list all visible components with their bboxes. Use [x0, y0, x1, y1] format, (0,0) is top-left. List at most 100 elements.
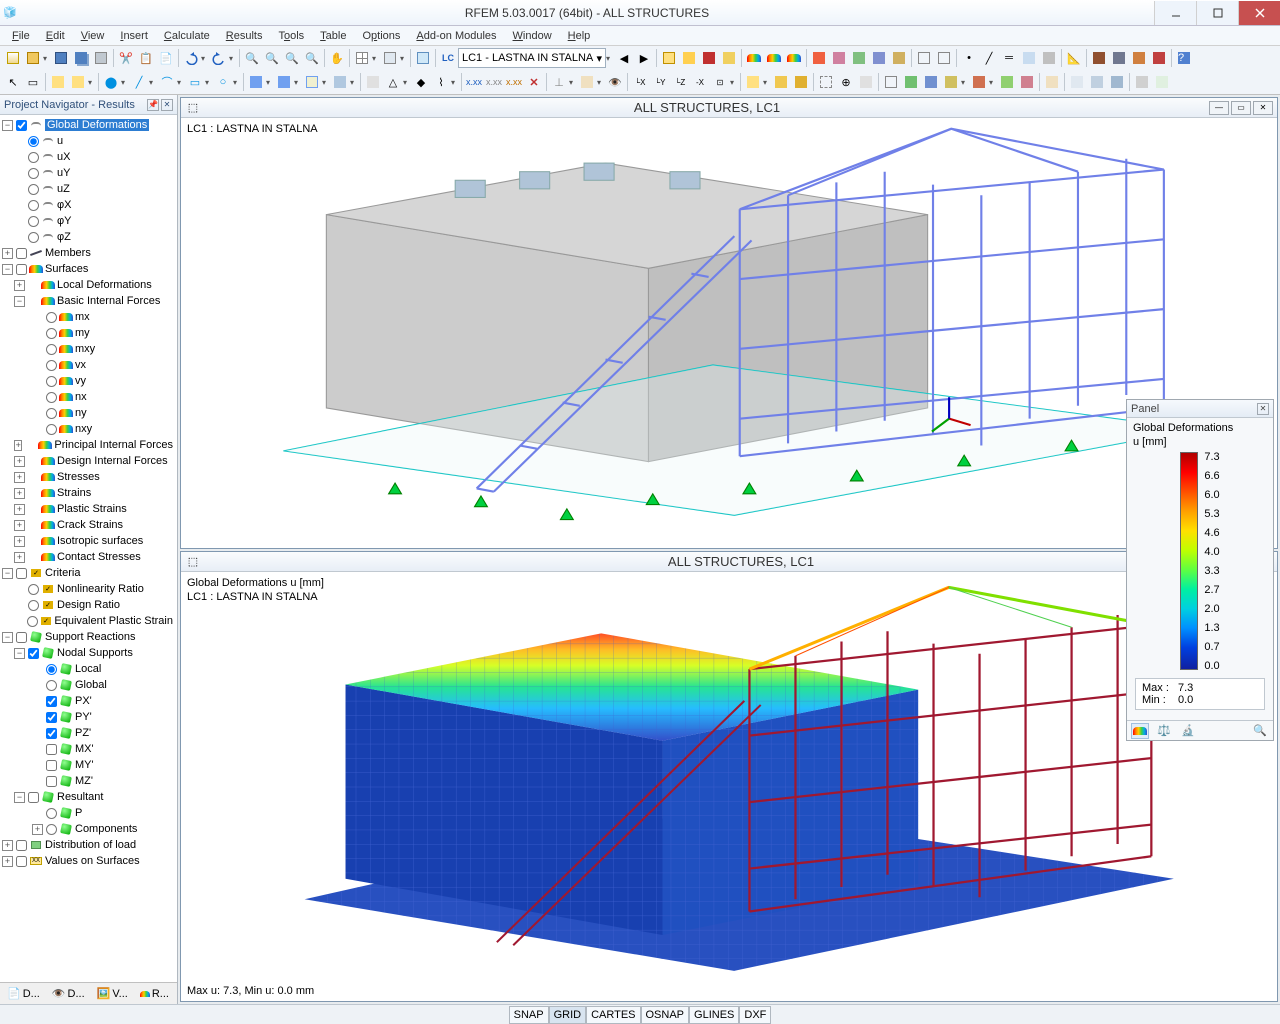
panel-tab-scale[interactable]: ⚖️: [1155, 723, 1173, 739]
r3-icon[interactable]: [791, 72, 811, 92]
cb-resultant[interactable]: [28, 792, 39, 803]
node-icon[interactable]: •: [959, 48, 979, 68]
addon4-icon[interactable]: [1149, 48, 1169, 68]
copy-icon[interactable]: 📋: [136, 48, 156, 68]
rb-mxy[interactable]: [46, 344, 57, 355]
ex3-icon[interactable]: [1107, 72, 1127, 92]
set-icon[interactable]: 📐: [1064, 48, 1084, 68]
next-lc-icon[interactable]: ▶: [634, 48, 654, 68]
node-localdef[interactable]: Local Deformations: [57, 279, 152, 291]
spring-icon[interactable]: ⌇: [431, 72, 451, 92]
node-equiv[interactable]: Equivalent Plastic Strain: [54, 615, 173, 627]
node-designint[interactable]: Design Internal Forces: [57, 455, 168, 467]
lay-icon[interactable]: [1152, 72, 1172, 92]
pan-icon[interactable]: ✋: [327, 48, 347, 68]
node-ny[interactable]: ny: [75, 407, 87, 419]
rb-uz[interactable]: [28, 184, 39, 195]
line-icon[interactable]: ╱: [979, 48, 999, 68]
ax5-icon[interactable]: ⊡: [710, 72, 730, 92]
solid-icon[interactable]: [784, 48, 804, 68]
clip-icon[interactable]: [1132, 72, 1152, 92]
node-iso[interactable]: Isotropic surfaces: [57, 535, 143, 547]
node-stresses[interactable]: Stresses: [57, 471, 100, 483]
view-close-icon[interactable]: ✕: [1253, 101, 1273, 115]
menu-results[interactable]: Results: [218, 28, 271, 44]
node-designratio[interactable]: Design Ratio: [57, 599, 120, 611]
rb-global[interactable]: [46, 680, 57, 691]
cut-icon[interactable]: ✂️: [116, 48, 136, 68]
ax3-icon[interactable]: └Z: [670, 72, 690, 92]
xx3-icon[interactable]: x.xx: [504, 72, 524, 92]
sh3-icon[interactable]: [941, 72, 961, 92]
rb-equiv[interactable]: [27, 616, 38, 627]
loadcase-combo[interactable]: LC1 - LASTNA IN STALNA▾: [458, 48, 606, 68]
wire-icon[interactable]: [881, 72, 901, 92]
cb-criteria[interactable]: [16, 568, 27, 579]
rb-vy[interactable]: [46, 376, 57, 387]
panel-tab-color[interactable]: [1131, 723, 1149, 739]
guide-icon[interactable]: [413, 48, 433, 68]
node-vy[interactable]: vy: [75, 375, 86, 387]
deform-icon[interactable]: [719, 48, 739, 68]
anim-icon[interactable]: [679, 48, 699, 68]
tab-display[interactable]: 👁️D...: [47, 985, 90, 1003]
zoom-back-icon[interactable]: 🔍: [262, 48, 282, 68]
rb-components[interactable]: [46, 824, 57, 835]
node-my2[interactable]: MY': [75, 759, 94, 771]
menu-window[interactable]: Window: [505, 28, 560, 44]
menu-options[interactable]: Options: [354, 28, 408, 44]
arc-icon[interactable]: ⌒: [157, 72, 177, 92]
pin-icon[interactable]: 📌: [147, 99, 159, 111]
node-p[interactable]: P: [75, 807, 82, 819]
release-icon[interactable]: ◆: [411, 72, 431, 92]
support-icon[interactable]: △: [383, 72, 403, 92]
print-icon[interactable]: [91, 48, 111, 68]
smooth-icon[interactable]: [869, 48, 889, 68]
redo-icon[interactable]: [209, 48, 229, 68]
snap-icon[interactable]: ⊕: [836, 72, 856, 92]
view-bottom-canvas[interactable]: Global Deformations u [mm] LC1 : LASTNA …: [181, 572, 1277, 1002]
nav-icon[interactable]: [380, 48, 400, 68]
rb-vx[interactable]: [46, 360, 57, 371]
status-grid[interactable]: GRID: [549, 1006, 587, 1024]
node-phiy[interactable]: φY: [57, 215, 71, 227]
node-local[interactable]: Local: [75, 663, 101, 675]
copy-mirror-icon[interactable]: [68, 72, 88, 92]
surf-icon[interactable]: [1019, 48, 1039, 68]
menu-view[interactable]: View: [73, 28, 113, 44]
cb-support[interactable]: [16, 632, 27, 643]
vis2-icon[interactable]: [934, 48, 954, 68]
open-icon[interactable]: [23, 48, 43, 68]
node-principal[interactable]: Principal Internal Forces: [54, 439, 173, 451]
selrect-icon[interactable]: ▭: [23, 72, 43, 92]
rb-phiy[interactable]: [28, 216, 39, 227]
sh1-icon[interactable]: [901, 72, 921, 92]
r2-icon[interactable]: [771, 72, 791, 92]
save-icon[interactable]: [51, 48, 71, 68]
node-mx2[interactable]: MX': [75, 743, 94, 755]
rb-nonlin[interactable]: [28, 584, 39, 595]
loads-icon[interactable]: [699, 48, 719, 68]
minimize-button[interactable]: [1154, 1, 1196, 25]
cb-my2[interactable]: [46, 760, 57, 771]
solid-icon2[interactable]: [1039, 48, 1059, 68]
results-panel[interactable]: Panel ✕ Global Deformations u [mm] 7.36.…: [1126, 399, 1274, 741]
ucs-icon[interactable]: ⊥: [549, 72, 569, 92]
circle-icon[interactable]: ○: [213, 72, 233, 92]
open2-icon[interactable]: [302, 72, 322, 92]
filter-icon[interactable]: [577, 72, 597, 92]
disp-icon[interactable]: [1042, 72, 1062, 92]
cb-px[interactable]: [46, 696, 57, 707]
zoom-sel-icon[interactable]: 🔍: [302, 48, 322, 68]
panel-close-icon[interactable]: ✕: [1257, 403, 1269, 415]
cb-py[interactable]: [46, 712, 57, 723]
node-distribution[interactable]: Distribution of load: [45, 839, 136, 851]
member-icon2[interactable]: ═: [999, 48, 1019, 68]
new-icon[interactable]: [3, 48, 23, 68]
cb-global-def[interactable]: [16, 120, 27, 131]
node-nx[interactable]: nx: [75, 391, 87, 403]
navigator-close-icon[interactable]: ✕: [161, 99, 173, 111]
node-vx[interactable]: vx: [75, 359, 86, 371]
help-icon[interactable]: ?: [1174, 48, 1194, 68]
paste-icon[interactable]: 📄: [156, 48, 176, 68]
